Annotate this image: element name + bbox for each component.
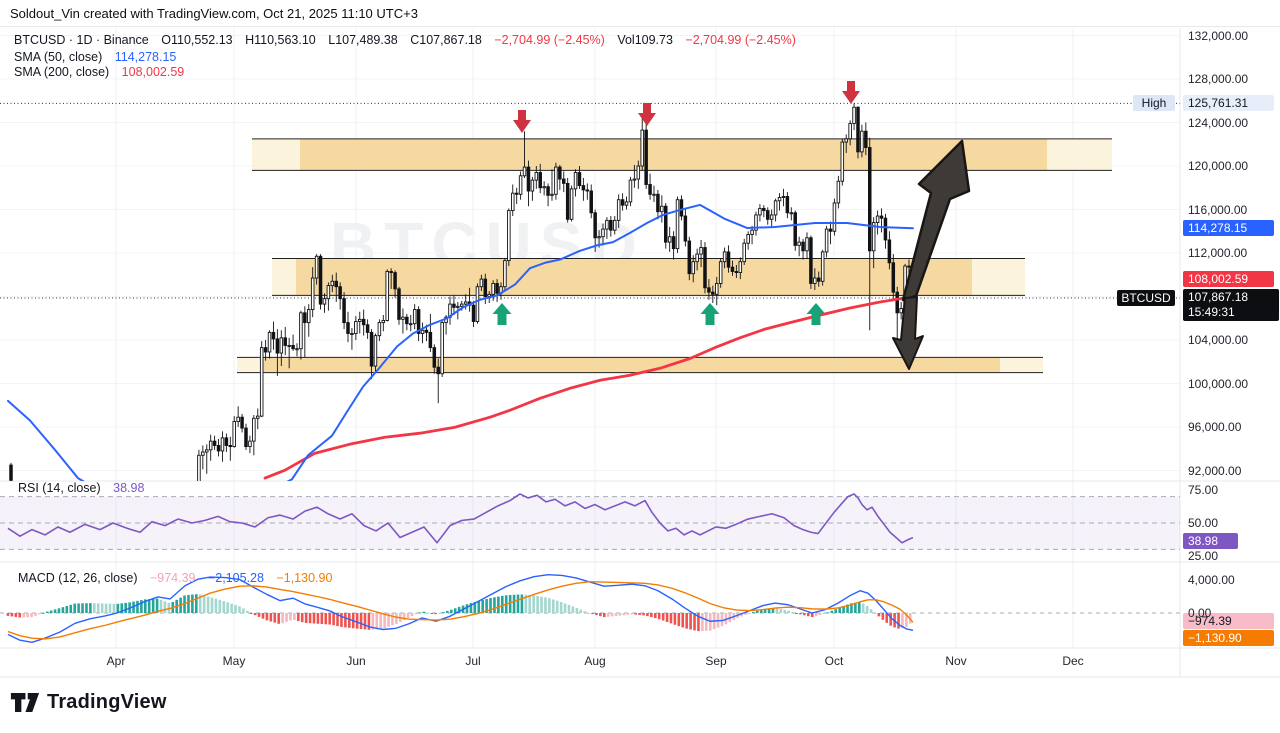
tradingview-logo[interactable]: TradingView [10,689,167,716]
price-axis-label: 124,000.00 [1188,116,1248,130]
bar-countdown: 15:49:31 [1188,305,1279,320]
header-divider [0,26,1280,27]
buy-marker-arrow[interactable] [493,303,512,325]
sma200-label: SMA (200, close) [14,65,109,79]
change-value: −2,704.99 (−2.45%) [494,33,605,47]
price-axis-label: 112,000.00 [1188,246,1247,260]
rsi-label: RSI (14, close) [18,481,101,495]
price-axis-label: 132,000.00 [1188,29,1248,43]
macd-legend-row[interactable]: MACD (12, 26, close) −974.39 −2,105.28 −… [18,571,341,585]
sma200-axis-badge: 108,002.59 [1183,271,1274,287]
ohlc-legend-row[interactable]: BTCUSD · 1D · Binance O110,552.13 H110,5… [14,33,805,47]
price-axis-label: 104,000.00 [1188,333,1248,347]
macd-signal-axis-badge: −1,130.90 [1183,630,1274,646]
sell-marker-arrow[interactable] [513,110,531,133]
time-axis-label[interactable]: Aug [584,654,605,668]
time-axis-label[interactable]: Apr [107,654,126,668]
time-axis-label[interactable]: Dec [1062,654,1083,668]
sma50-axis-badge: 114,278.15 [1183,220,1274,236]
rsi-axis-label: 50.00 [1188,516,1218,530]
sma200-legend-row[interactable]: SMA (200, close) 108,002.59 [14,65,193,79]
time-axis-label[interactable]: Jul [465,654,480,668]
price-axis-label: 92,000.00 [1188,464,1241,478]
buy-marker-arrow[interactable] [701,303,720,325]
sma50-value: 114,278.15 [115,50,177,64]
macd-label: MACD (12, 26, close) [18,571,137,585]
high-value: H110,563.10 [245,33,316,47]
rsi-axis-label: 75.00 [1188,483,1218,497]
sma200-value: 108,002.59 [122,65,185,79]
price-axis-label: 116,000.00 [1188,203,1247,217]
macd-line-value: −2,105.28 [208,571,264,585]
change-value-2: −2,704.99 (−2.45%) [685,33,796,47]
price-axis-label: 120,000.00 [1188,159,1248,173]
rsi-legend-row[interactable]: RSI (14, close) 38.98 [18,481,153,495]
sell-marker-arrow[interactable] [842,81,860,104]
rsi-axis-badge: 38.98 [1183,533,1238,549]
time-axis-label[interactable]: Sep [705,654,726,668]
price-axis-label: 96,000.00 [1188,420,1241,434]
macd-axis-label: 0.00 [1188,606,1211,620]
volume-value: Vol109.73 [617,33,673,47]
symbol-price-label-chip: BTCUSD [1117,290,1175,306]
high-line-label[interactable]: High [1133,95,1175,111]
close-value: C107,867.18 [410,33,482,47]
price-axis-label: 128,000.00 [1188,72,1248,86]
sma50-legend-row[interactable]: SMA (50, close) 114,278.15 [14,50,185,64]
time-axis-label[interactable]: Oct [825,654,844,668]
symbol-title[interactable]: BTCUSD · 1D · Binance [14,33,149,47]
tradingview-chart-page: BTCUSD Soldout_Vin created with TradingV… [0,0,1280,733]
tradingview-logo-text: TradingView [47,691,167,714]
rsi-pane[interactable] [0,494,1180,549]
sma50-label: SMA (50, close) [14,50,102,64]
credit-bar: Soldout_Vin created with TradingView.com… [10,6,418,21]
last-price-badge: 107,867.18 15:49:31 [1183,289,1279,321]
tradingview-logo-icon [10,689,40,716]
gridlines [0,28,1180,648]
buy-marker-arrow[interactable] [807,303,826,325]
sma50-line [8,205,913,508]
time-axis-label[interactable]: Nov [945,654,966,668]
chart-canvas[interactable] [0,0,1280,733]
time-axis-label[interactable]: May [223,654,246,668]
rsi-axis-label: 25.00 [1188,549,1218,563]
price-pane[interactable] [0,81,1180,527]
last-price-value: 107,867.18 [1188,290,1279,305]
low-value: L107,489.38 [328,33,398,47]
price-axis-label: 100,000.00 [1188,377,1248,391]
rsi-value: 38.98 [113,481,144,495]
macd-hist-value: −974.39 [150,571,196,585]
macd-axis-label: 4,000.00 [1188,573,1235,587]
time-axis-label[interactable]: Jun [346,654,365,668]
high-line-value-badge: 125,761.31 [1183,95,1274,111]
open-value: O110,552.13 [161,33,232,47]
macd-signal-value: −1,130.90 [276,571,332,585]
